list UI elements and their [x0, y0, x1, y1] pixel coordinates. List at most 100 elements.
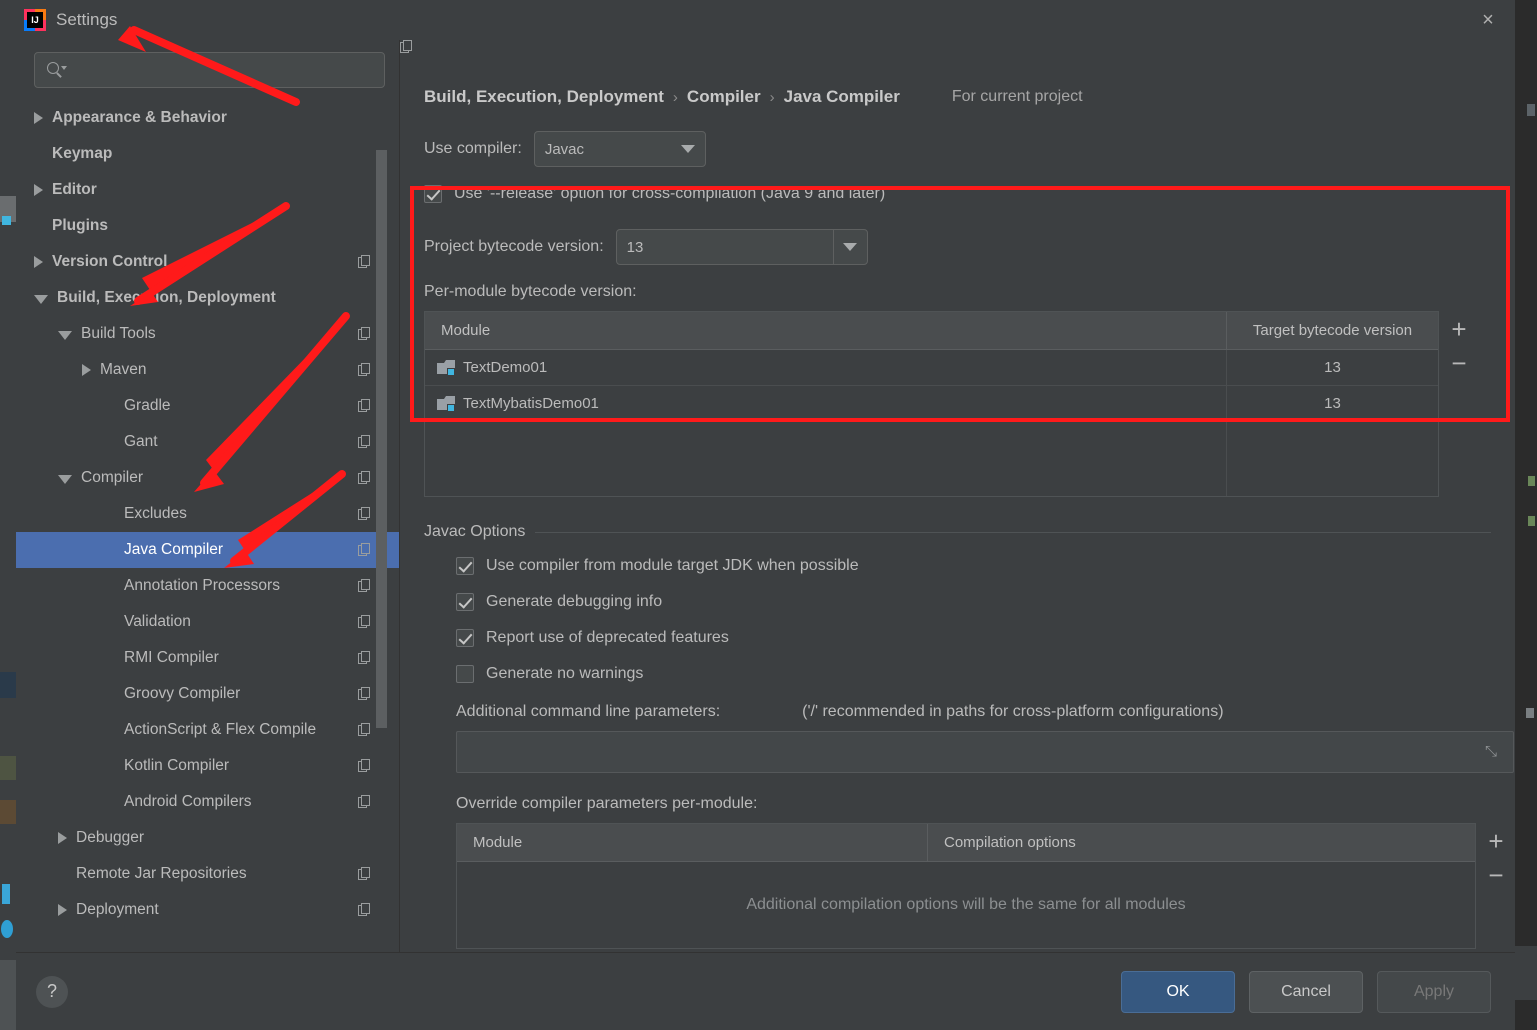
chevron-right-icon[interactable] — [58, 904, 67, 916]
chevron-right-icon[interactable] — [58, 832, 67, 844]
copy-icon[interactable] — [358, 363, 371, 377]
sidebar-item-validation[interactable]: Validation — [16, 604, 399, 640]
copy-icon[interactable] — [358, 795, 371, 809]
copy-icon[interactable] — [358, 759, 371, 773]
sidebar-item-label: Plugins — [52, 217, 108, 234]
project-bytecode-value[interactable]: 13 — [617, 239, 833, 256]
sidebar-item-keymap[interactable]: Keymap — [16, 136, 399, 172]
sidebar-item-excludes[interactable]: Excludes — [16, 496, 399, 532]
javac-option-row[interactable]: Generate debugging info — [456, 593, 1515, 611]
column-header-target-version[interactable]: Target bytecode version — [1226, 312, 1438, 349]
copy-icon[interactable] — [358, 903, 371, 917]
use-compiler-dropdown[interactable]: Javac — [533, 131, 706, 167]
column-header-compilation-options[interactable]: Compilation options — [927, 824, 1475, 861]
chevron-down-icon[interactable] — [34, 294, 48, 304]
copy-icon[interactable] — [358, 867, 371, 881]
javac-option-row[interactable]: Use compiler from module target JDK when… — [456, 557, 1515, 575]
sidebar-item-gant[interactable]: Gant — [16, 424, 399, 460]
sidebar-item-groovy-compiler[interactable]: Groovy Compiler — [16, 676, 399, 712]
override-table-actions: + − — [1476, 823, 1515, 888]
sidebar-item-actionscript-flex-compile[interactable]: ActionScript & Flex Compile — [16, 712, 399, 748]
search-input[interactable] — [64, 62, 376, 78]
chevron-down-icon[interactable] — [832, 230, 867, 264]
remove-override-button[interactable]: − — [1488, 862, 1503, 888]
sidebar-item-rmi-compiler[interactable]: RMI Compiler — [16, 640, 399, 676]
copy-icon[interactable] — [358, 579, 371, 593]
ok-button[interactable]: OK — [1121, 970, 1235, 1013]
chevron-down-icon[interactable] — [58, 474, 72, 484]
sidebar-item-debugger[interactable]: Debugger — [16, 820, 399, 856]
search-box[interactable] — [34, 52, 385, 88]
sidebar-item-maven[interactable]: Maven — [16, 352, 399, 388]
additional-params-field[interactable]: ⤡ — [456, 731, 1514, 773]
release-option-checkbox[interactable] — [424, 185, 442, 203]
use-compiler-label: Use compiler: — [424, 140, 522, 157]
sidebar-item-label: Debugger — [76, 829, 145, 846]
sidebar-item-label: Compiler — [81, 469, 144, 486]
settings-tree[interactable]: Appearance & Behavior Keymap Editor Plugins… — [16, 98, 399, 952]
sidebar-item-appearance-behavior[interactable]: Appearance & Behavior — [16, 100, 399, 136]
logo-text: IJ — [27, 12, 43, 28]
sidebar-item-label: Groovy Compiler — [124, 685, 241, 702]
column-header-module[interactable]: Module — [457, 834, 927, 851]
copy-icon[interactable] — [358, 687, 371, 701]
breadcrumb-part-1[interactable]: Compiler — [687, 87, 761, 107]
copy-icon[interactable] — [358, 651, 371, 665]
chevron-down-icon[interactable] — [58, 330, 72, 340]
help-button[interactable]: ? — [36, 975, 68, 1008]
table-row[interactable]: TextMybatisDemo01 13 — [425, 386, 1438, 422]
javac-option-row[interactable]: Generate no warnings — [456, 665, 1515, 683]
use-compiler-row: Use compiler: Javac — [424, 131, 1515, 167]
sidebar-item-version-control[interactable]: Version Control — [16, 244, 399, 280]
sidebar-item-android-compilers[interactable]: Android Compilers — [16, 784, 399, 820]
copy-icon[interactable] — [358, 471, 371, 485]
sidebar-item-kotlin-compiler[interactable]: Kotlin Compiler — [16, 748, 399, 784]
sidebar-scrollbar-track[interactable] — [376, 40, 393, 952]
sidebar-item-build-tools[interactable]: Build Tools — [16, 316, 399, 352]
sidebar-item-annotation-processors[interactable]: Annotation Processors — [16, 568, 399, 604]
target-bytecode-version[interactable]: 13 — [1324, 359, 1341, 376]
sidebar-item-build-execution-deployment[interactable]: Build, Execution, Deployment — [16, 280, 399, 316]
search-area — [16, 40, 399, 98]
sidebar-scrollbar-thumb[interactable] — [376, 150, 387, 728]
breadcrumb-part-0[interactable]: Build, Execution, Deployment — [424, 87, 664, 107]
expand-icon[interactable]: ⤡ — [1485, 744, 1501, 760]
cancel-button[interactable]: Cancel — [1249, 970, 1363, 1013]
sidebar-item-deployment[interactable]: Deployment — [16, 892, 399, 928]
copy-icon[interactable] — [358, 255, 371, 269]
module-name: TextMybatisDemo01 — [463, 395, 599, 412]
copy-icon[interactable] — [358, 507, 371, 521]
sidebar-item-remote-jar-repositories[interactable]: Remote Jar Repositories — [16, 856, 399, 892]
remove-module-button[interactable]: − — [1451, 350, 1466, 376]
chevron-right-icon[interactable] — [34, 256, 43, 268]
javac-option-checkbox[interactable] — [456, 593, 474, 611]
sidebar-item-editor[interactable]: Editor — [16, 172, 399, 208]
javac-option-checkbox[interactable] — [456, 665, 474, 683]
add-module-button[interactable]: + — [1451, 316, 1466, 342]
target-bytecode-version[interactable]: 13 — [1324, 395, 1341, 412]
copy-icon[interactable] — [358, 327, 371, 341]
search-icon — [47, 61, 67, 79]
column-header-module[interactable]: Module — [425, 322, 1226, 339]
project-bytecode-dropdown[interactable]: 13 — [615, 229, 868, 265]
copy-icon[interactable] — [358, 543, 371, 557]
chevron-right-icon[interactable] — [34, 184, 43, 196]
javac-option-checkbox[interactable] — [456, 557, 474, 575]
close-icon[interactable]: × — [1473, 5, 1503, 35]
sidebar-item-gradle[interactable]: Gradle — [16, 388, 399, 424]
copy-icon[interactable] — [358, 435, 371, 449]
copy-icon[interactable] — [358, 615, 371, 629]
sidebar-item-plugins[interactable]: Plugins — [16, 208, 399, 244]
copy-icon[interactable] — [358, 723, 371, 737]
release-option-row[interactable]: Use '--release' option for cross-compila… — [424, 185, 1515, 203]
chevron-right-icon[interactable] — [34, 112, 43, 124]
sidebar-item-compiler[interactable]: Compiler — [16, 460, 399, 496]
copy-icon[interactable] — [358, 399, 371, 413]
sidebar-item-java-compiler[interactable]: Java Compiler — [16, 532, 399, 568]
javac-option-row[interactable]: Report use of deprecated features — [456, 629, 1515, 647]
table-row[interactable]: TextDemo01 13 — [425, 350, 1438, 386]
chevron-right-icon[interactable] — [82, 364, 91, 376]
add-override-button[interactable]: + — [1488, 828, 1503, 854]
dialog-titlebar: IJ Settings × — [16, 0, 1515, 40]
javac-option-checkbox[interactable] — [456, 629, 474, 647]
